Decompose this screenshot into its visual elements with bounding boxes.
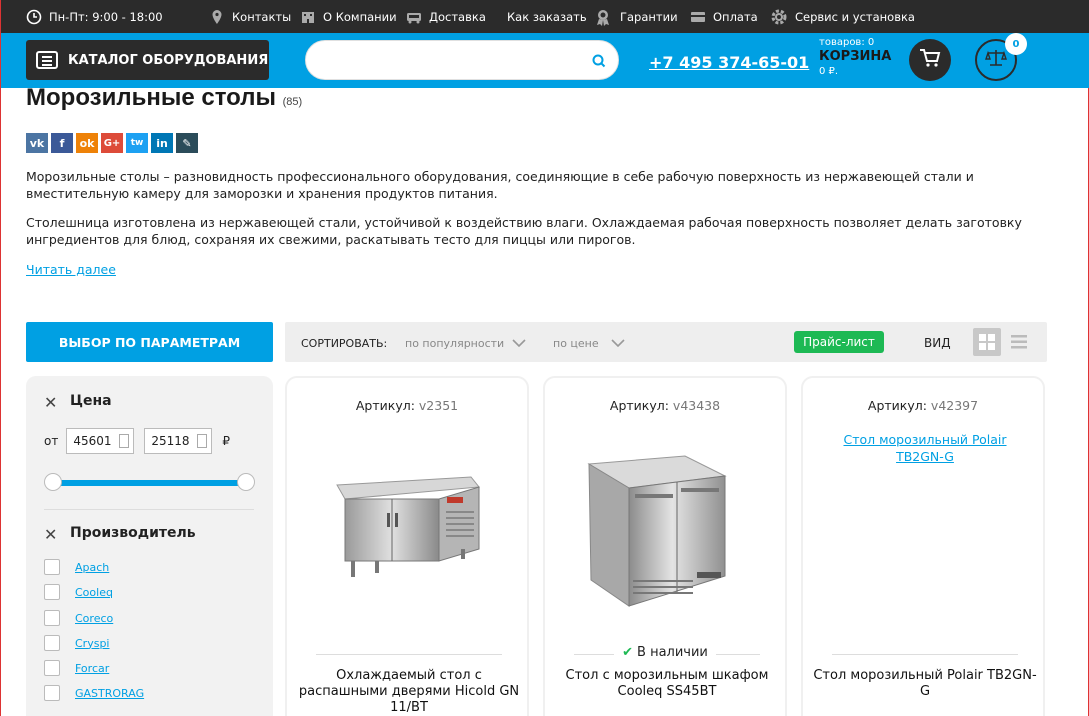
nav-how-to-order[interactable]: Как заказать [507,0,587,33]
phone-link[interactable]: +7 495 374-65-01 [649,53,809,72]
description-paragraph-1: Морозильные столы – разновидность профес… [26,169,974,201]
nav-delivery[interactable]: Доставка [406,0,486,33]
price-filter-title[interactable]: Цена [70,393,112,409]
divider [832,654,1018,655]
twitter-share-icon[interactable]: tw [126,133,148,153]
odnoklassniki-share-icon[interactable]: ok [76,133,98,153]
checkmark-icon: ✔ [622,645,634,660]
menu-icon [36,51,58,69]
price-slider-track[interactable] [53,480,247,486]
work-hours: Пн-Пт: 9:00 - 18:00 [26,0,163,33]
product-name[interactable]: Стол с морозильным шкафом Cooleq SS45BT [555,668,779,700]
sort-popularity[interactable]: по популярности [405,337,526,350]
manufacturer-filter-title[interactable]: Производитель [70,525,196,541]
read-more-link[interactable]: Читать далее [26,262,116,277]
product-name[interactable]: Стол морозильный Polair TB2GN-G [813,668,1037,700]
header: КАТАЛОГ ОБОРУДОВАНИЯ +7 495 374-65-01 то… [1,33,1089,88]
clock-icon [26,9,42,25]
sort-label: СОРТИРОВАТЬ: [301,337,388,350]
gear-icon [770,8,788,26]
view-label: ВИД [924,336,951,350]
card-icon [690,9,706,25]
divider [44,509,254,510]
brand-filter-item[interactable]: Forcar [44,660,109,676]
vk-share-icon[interactable]: vk [26,133,48,153]
cart-items-count: товаров: 0 [819,37,875,48]
product-article: Артикул: v2351 [355,398,459,413]
close-icon[interactable]: ✕ [44,525,57,544]
brand-filter-item[interactable]: Apach [44,559,109,575]
award-icon [593,8,613,26]
cart-label: КОРЗИНА [819,49,892,64]
stepper-icon[interactable] [119,434,130,448]
stock-status: ✔ В наличии [545,645,785,660]
stepper-icon[interactable] [197,434,208,448]
search-input[interactable] [306,41,576,79]
linkedin-share-icon[interactable]: in [151,133,173,153]
search-box [305,40,619,80]
checkbox[interactable] [44,610,60,626]
product-article: Артикул: v43438 [609,398,721,413]
nav-service[interactable]: Сервис и установка [770,0,915,33]
product-image-alt-link[interactable]: Стол морозильный Polair TB2GN-G [823,431,1027,465]
price-list-button[interactable]: Прайс-лист [794,331,884,353]
price-slider-max-handle[interactable] [237,473,255,491]
price-to-input[interactable]: 25118 [144,428,213,454]
brand-filter-item[interactable]: GASTRORAG [44,685,144,701]
compare-count-badge: 0 [1005,33,1027,55]
chevron-down-icon [611,337,625,350]
cart-icon [919,48,941,72]
close-icon[interactable]: ✕ [44,393,57,412]
cart-sum: 0 ₽. [819,66,839,77]
product-image[interactable] [331,473,481,588]
product-count: (85) [282,96,303,108]
nav-payment[interactable]: Оплата [690,0,758,33]
product-article: Артикул: v42397 [867,398,979,413]
livejournal-share-icon[interactable]: ✎ [176,133,198,153]
checkbox[interactable] [44,660,60,676]
checkbox[interactable] [44,635,60,651]
nav-contacts[interactable]: Контакты [209,0,291,33]
checkbox[interactable] [44,584,60,600]
filter-toggle-button[interactable]: ВЫБОР ПО ПАРАМЕТРАМ [26,322,273,362]
price-slider-min-handle[interactable] [44,473,62,491]
price-range-inputs: от 45601 25118 ₽ [44,428,230,454]
chevron-down-icon [512,337,526,350]
product-card[interactable]: Артикул: v2351 Охлаждаемый стол с распаш… [285,376,529,716]
page-title: Морозильные столы (85) [26,84,303,111]
list-view-icon[interactable] [1005,328,1033,356]
divider [316,654,502,655]
catalog-button[interactable]: КАТАЛОГ ОБОРУДОВАНИЯ [26,40,269,80]
from-label: от [44,434,59,448]
filter-sidebar: ✕ Цена от 45601 25118 ₽ ✕ Производитель … [26,376,273,716]
brand-filter-item[interactable]: Cooleq [44,584,113,600]
brand-filter-item[interactable]: Cryspi [44,635,109,651]
price-from-input[interactable]: 45601 [66,428,135,454]
product-name[interactable]: Охлаждаемый стол с распашными дверями Hi… [297,668,521,716]
location-pin-icon [209,9,225,25]
scales-icon [985,48,1007,72]
product-card[interactable]: Артикул: v42397 Стол морозильный Polair … [801,376,1045,716]
currency-label: ₽ [222,434,230,448]
cart-summary[interactable]: товаров: 0 КОРЗИНА 0 ₽. [819,37,891,77]
cart-button[interactable] [909,39,951,81]
product-card[interactable]: Артикул: v43438 ✔ В наличии Стол с морози… [543,376,787,716]
top-bar: Пн-Пт: 9:00 - 18:00 Контакты О Компании … [1,0,1089,33]
brand-filter-item[interactable]: Coreco [44,610,113,626]
sort-price[interactable]: по цене [553,337,625,350]
social-share-buttons: vk f ok G+ tw in ✎ [26,133,198,153]
checkbox[interactable] [44,559,60,575]
building-icon [300,9,316,25]
sort-bar: СОРТИРОВАТЬ: по популярности по цене Пра… [285,322,1047,362]
product-image[interactable] [585,454,745,614]
facebook-share-icon[interactable]: f [51,133,73,153]
search-icon[interactable] [592,53,606,72]
grid-view-icon[interactable] [973,328,1001,356]
nav-guarantees[interactable]: Гарантии [593,0,678,33]
checkbox[interactable] [44,685,60,701]
description-paragraph-2: Столешница изготовлена из нержавеющей ст… [26,215,1022,247]
nav-about[interactable]: О Компании [300,0,397,33]
google-plus-share-icon[interactable]: G+ [101,133,123,153]
truck-icon [406,9,422,25]
